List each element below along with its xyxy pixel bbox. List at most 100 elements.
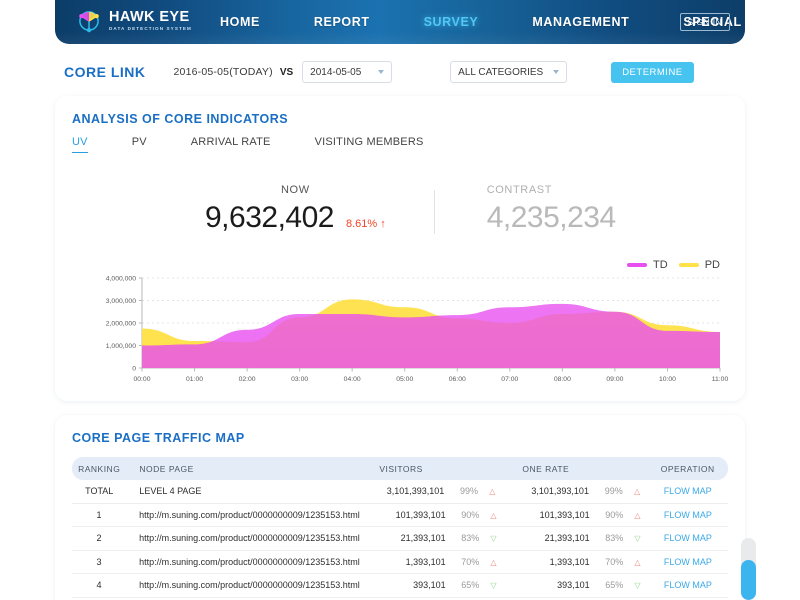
- flow-map-link[interactable]: FLOW MAP: [647, 486, 728, 496]
- cell-one-rate: 1,393,101: [549, 556, 590, 567]
- svg-text:09:00: 09:00: [606, 376, 623, 383]
- filter-bar: CORE LINK 2016-05-05(TODAY) VS 2014-05-0…: [0, 55, 800, 89]
- col-header-ranking: RANKING: [78, 463, 121, 474]
- nav-item-home[interactable]: HOME: [220, 15, 260, 29]
- cell-visitors: 21,393,101: [400, 533, 446, 544]
- cell-visitors-pct: 70%: [461, 556, 480, 567]
- cell-visitors: 3,101,393,101: [386, 486, 445, 497]
- metric-now-value: 9,632,402: [205, 201, 334, 234]
- app-root: HAWK EYE DATA DETECTION SYSTEM HOME REPO…: [0, 0, 800, 600]
- table-row: 1 http://m.suning.com/product/0000000009/…: [72, 504, 728, 527]
- trend-down-icon: ▽: [634, 581, 641, 591]
- trend-up-icon: △: [634, 510, 641, 520]
- col-header-one-rate: ONE RATE: [522, 463, 570, 474]
- cell-visitors-pct: 65%: [461, 580, 480, 591]
- flow-map-link[interactable]: FLOW MAP: [648, 557, 728, 567]
- determine-button[interactable]: DETERMINE: [611, 61, 694, 83]
- cell-one-rate: 21,393,101: [544, 533, 590, 544]
- cell-visitors-pct: 99%: [460, 486, 479, 497]
- cell-one-rate-pct: 70%: [605, 556, 624, 567]
- date-compare-select[interactable]: 2014-05-05: [302, 61, 393, 83]
- date-compare-value: 2014-05-05: [310, 66, 362, 78]
- svg-text:01:00: 01:00: [186, 376, 203, 383]
- cell-ranking: TOTAL: [85, 486, 114, 497]
- cell-node-page: LEVEL 4 PAGE: [139, 486, 202, 497]
- page-scrollbar[interactable]: [741, 538, 756, 600]
- trend-down-icon: ▽: [634, 534, 641, 544]
- svg-text:10:00: 10:00: [659, 376, 676, 383]
- legend-item-td[interactable]: TD: [627, 259, 668, 271]
- legend-swatch-td: [627, 263, 648, 267]
- cell-visitors: 393,101: [413, 580, 446, 591]
- traffic-card: CORE PAGE TRAFFIC MAP RANKING NODE PAGE …: [55, 415, 745, 600]
- metric-contrast-label: CONTRAST: [486, 184, 553, 196]
- svg-text:08:00: 08:00: [554, 376, 571, 383]
- trend-up-icon: △: [489, 487, 496, 497]
- tab-pv[interactable]: PV: [132, 136, 147, 153]
- flow-map-link[interactable]: FLOW MAP: [648, 580, 728, 590]
- svg-text:03:00: 03:00: [291, 376, 308, 383]
- logo-title: HAWK EYE: [109, 8, 190, 25]
- traffic-table: RANKING NODE PAGE VISITORS ONE RATE OPER…: [72, 457, 728, 598]
- sign-in-button[interactable]: SIGN IN: [679, 13, 730, 31]
- cell-visitors: 1,393,101: [405, 556, 446, 567]
- table-row: TOTAL LEVEL 4 PAGE 3,101,393,101 99% △ 3,101,…: [72, 480, 728, 504]
- tab-visiting-members[interactable]: VISITING MEMBERS: [315, 136, 424, 153]
- cell-ranking: 1: [96, 509, 102, 520]
- analysis-card: ANALYSIS OF CORE INDICATORS UV PV ARRIVA…: [55, 96, 745, 401]
- table-body: TOTAL LEVEL 4 PAGE 3,101,393,101 99% △ 3,101,…: [72, 480, 728, 598]
- metric-delta: 8.61% ↑: [345, 218, 386, 230]
- cell-one-rate-pct: 65%: [605, 580, 624, 591]
- table-header-row: RANKING NODE PAGE VISITORS ONE RATE OPER…: [72, 457, 728, 480]
- tab-uv[interactable]: UV: [72, 136, 88, 153]
- category-select[interactable]: ALL CATEGORIES: [450, 61, 568, 83]
- col-header-visitors: VISITORS: [379, 463, 423, 474]
- nav-item-survey[interactable]: SURVEY: [424, 15, 479, 29]
- flow-map-link[interactable]: FLOW MAP: [648, 533, 728, 543]
- cell-node-page: http://m.suning.com/product/0000000009/1…: [139, 509, 360, 520]
- cell-visitors-pct: 83%: [461, 533, 480, 544]
- top-header: HAWK EYE DATA DETECTION SYSTEM HOME REPO…: [55, 0, 745, 44]
- flow-map-link[interactable]: FLOW MAP: [648, 510, 728, 520]
- cell-one-rate: 393,101: [557, 580, 590, 591]
- trend-up-icon: △: [490, 510, 497, 520]
- svg-text:4,000,000: 4,000,000: [106, 276, 136, 283]
- trend-up-icon: △: [490, 557, 497, 567]
- category-value: ALL CATEGORIES: [458, 66, 544, 78]
- metrics-row: NOW 9,632,402 8.61% ↑ CONTRAST 4,235,234: [205, 184, 616, 235]
- svg-text:11:00: 11:00: [712, 376, 729, 383]
- cell-ranking: 2: [96, 533, 102, 544]
- svg-text:02:00: 02:00: [239, 376, 256, 383]
- svg-text:1,000,000: 1,000,000: [106, 343, 136, 350]
- svg-text:04:00: 04:00: [344, 376, 361, 383]
- core-link-title: CORE LINK: [64, 64, 146, 80]
- trend-up-icon: △: [633, 487, 641, 497]
- cell-one-rate: 101,393,101: [539, 509, 590, 520]
- legend-label-td: TD: [653, 259, 668, 271]
- table-row: 3 http://m.suning.com/product/0000000009/…: [72, 551, 728, 574]
- cell-node-page: http://m.suning.com/product/0000000009/1…: [139, 580, 360, 591]
- date-now-label: 2016-05-05(TODAY): [173, 66, 273, 78]
- logo[interactable]: HAWK EYE DATA DETECTION SYSTEM: [75, 7, 192, 35]
- nav-item-management[interactable]: MANAGEMENT: [532, 15, 629, 29]
- uv-area-chart: 0 1,000,000 2,000,000 3,000,000 4,000,000 00:…: [70, 272, 730, 392]
- legend-item-pd[interactable]: PD: [678, 259, 720, 271]
- cell-visitors-pct: 90%: [461, 509, 480, 520]
- logo-subtitle: DATA DETECTION SYSTEM: [109, 25, 192, 31]
- cell-ranking: 3: [96, 556, 102, 567]
- cell-node-page: http://m.suning.com/product/0000000009/1…: [139, 533, 360, 544]
- traffic-card-title: CORE PAGE TRAFFIC MAP: [72, 431, 245, 445]
- cell-one-rate: 3,101,393,101: [531, 486, 589, 497]
- nav-item-report[interactable]: REPORT: [314, 15, 370, 29]
- metric-contrast-value: 4,235,234: [486, 201, 616, 234]
- cell-one-rate-pct: 83%: [605, 533, 624, 544]
- cell-one-rate-pct: 90%: [605, 509, 624, 520]
- chevron-down-icon: [553, 70, 560, 74]
- trend-up-icon: △: [634, 557, 641, 567]
- svg-text:05:00: 05:00: [396, 376, 413, 383]
- svg-text:0: 0: [132, 366, 136, 373]
- tab-arrival-rate[interactable]: ARRIVAL RATE: [191, 136, 271, 153]
- trend-down-icon: ▽: [490, 534, 497, 544]
- cell-ranking: 4: [96, 580, 102, 591]
- page-scrollbar-thumb[interactable]: [741, 560, 756, 600]
